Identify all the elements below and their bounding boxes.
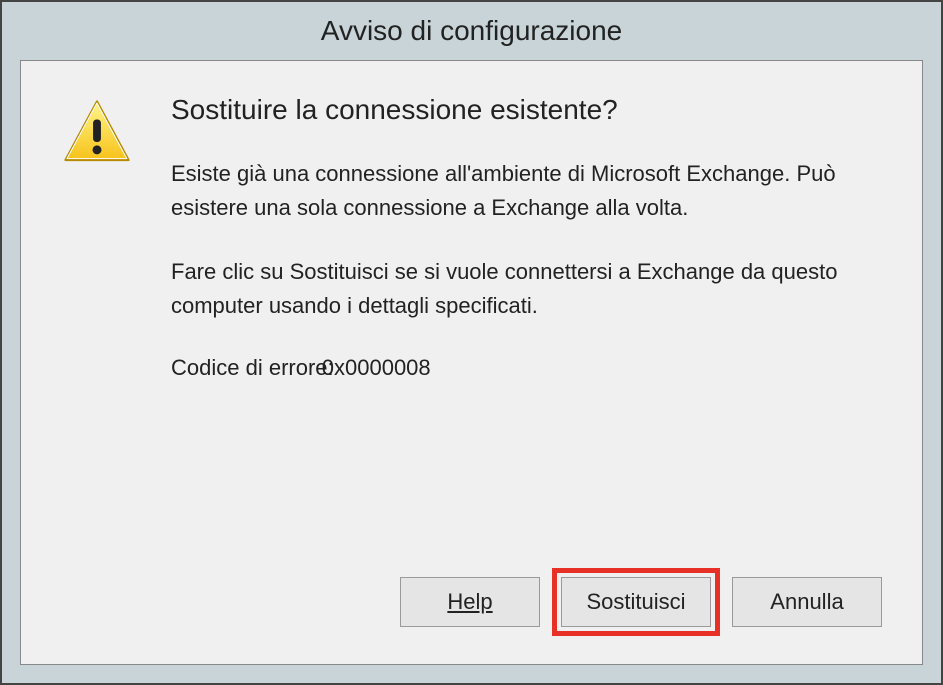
error-code: 0x0000008 xyxy=(322,355,431,380)
dialog-body: Sostituire la connessione esistente? Esi… xyxy=(20,60,923,665)
dialog-title: Avviso di configurazione xyxy=(321,15,622,47)
dialog-window: Avviso di configurazione xyxy=(0,0,943,685)
text-area: Sostituire la connessione esistente? Esi… xyxy=(141,91,882,384)
dialog-paragraph-1: Esiste già una connessione all'ambiente … xyxy=(171,157,882,225)
highlighted-button-wrap: Sostituisci xyxy=(552,568,720,636)
title-bar: Avviso di configurazione xyxy=(2,2,941,60)
button-row: Help Sostituisci Annulla xyxy=(400,568,882,636)
cancel-button[interactable]: Annulla xyxy=(732,577,882,627)
dialog-headline: Sostituire la connessione esistente? xyxy=(171,91,882,129)
replace-button[interactable]: Sostituisci xyxy=(561,577,711,627)
error-line: Codice di errore: 0x0000008 xyxy=(171,353,882,384)
help-button[interactable]: Help xyxy=(400,577,540,627)
error-label: Codice di errore: xyxy=(171,355,334,380)
content-row: Sostituire la connessione esistente? Esi… xyxy=(61,91,882,384)
dialog-paragraph-2: Fare clic su Sostituisci se si vuole con… xyxy=(171,255,882,323)
warning-icon xyxy=(61,91,141,174)
